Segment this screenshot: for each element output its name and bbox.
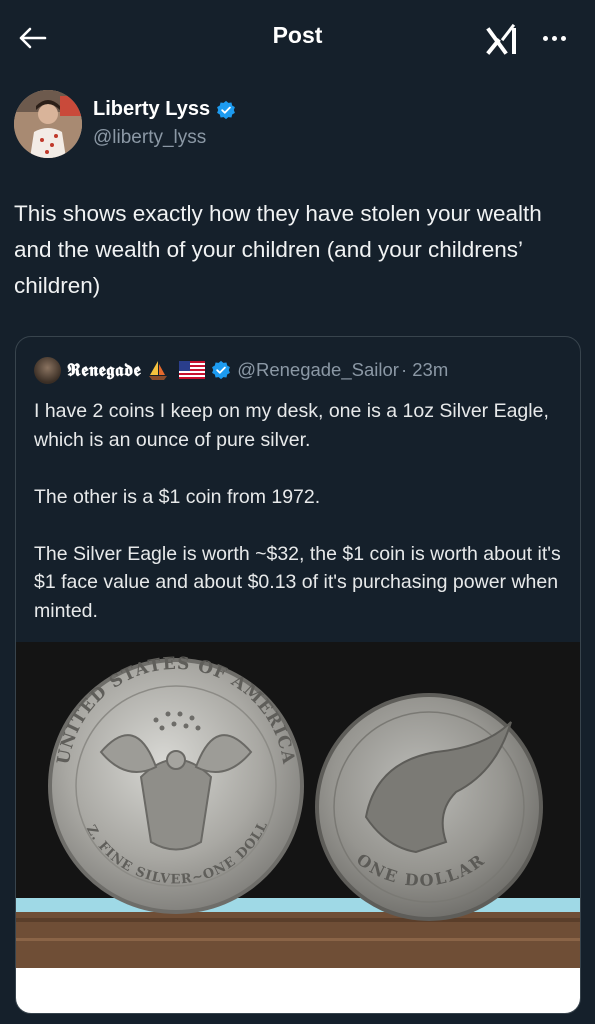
quoted-author-handle[interactable]: @Renegade_Sailor [237,359,399,381]
coins-photo: UNITED STATES OF AMERICA 1 OZ. FINE SILV… [16,642,580,968]
verified-badge-icon [212,360,231,380]
quoted-post[interactable]: 𝕽𝖊𝖓𝖊𝖌𝖆𝖉𝖊 @Renegade_Sailor · 23m I have 2… [15,336,581,1014]
more-options-icon [542,35,566,41]
sailboat-emoji-icon [149,361,168,380]
author-name[interactable]: Liberty Lyss [93,98,236,121]
more-options-button[interactable] [536,26,572,50]
avatar[interactable] [14,90,82,158]
image-bottom-strip [16,968,580,1013]
quoted-post-text: I have 2 coins I keep on my desk, one is… [34,400,561,622]
us-flag-emoji-icon [179,361,206,379]
quoted-author-avatar[interactable] [34,356,61,384]
x-ai-logo-icon [486,23,516,55]
verified-badge-icon [217,100,236,119]
post-author: Liberty Lyss @liberty_lyss [14,90,574,160]
author-name-text: Liberty Lyss [93,98,211,120]
avatar-photo [14,90,82,158]
quoted-author-name[interactable]: 𝕽𝖊𝖓𝖊𝖌𝖆𝖉𝖊 [67,360,141,381]
quoted-post-time: · 23m [400,359,449,380]
quoted-post-image[interactable]: UNITED STATES OF AMERICA 1 OZ. FINE SILV… [16,642,580,968]
top-bar: Post [0,0,595,76]
post-text: This shows exactly how they have stolen … [14,201,542,298]
quoted-post-header: 𝕽𝖊𝖓𝖊𝖌𝖆𝖉𝖊 @Renegade_Sailor · 23m [34,356,448,384]
x-ai-logo-button[interactable] [486,22,522,58]
author-handle[interactable]: @liberty_lyss [93,127,206,149]
